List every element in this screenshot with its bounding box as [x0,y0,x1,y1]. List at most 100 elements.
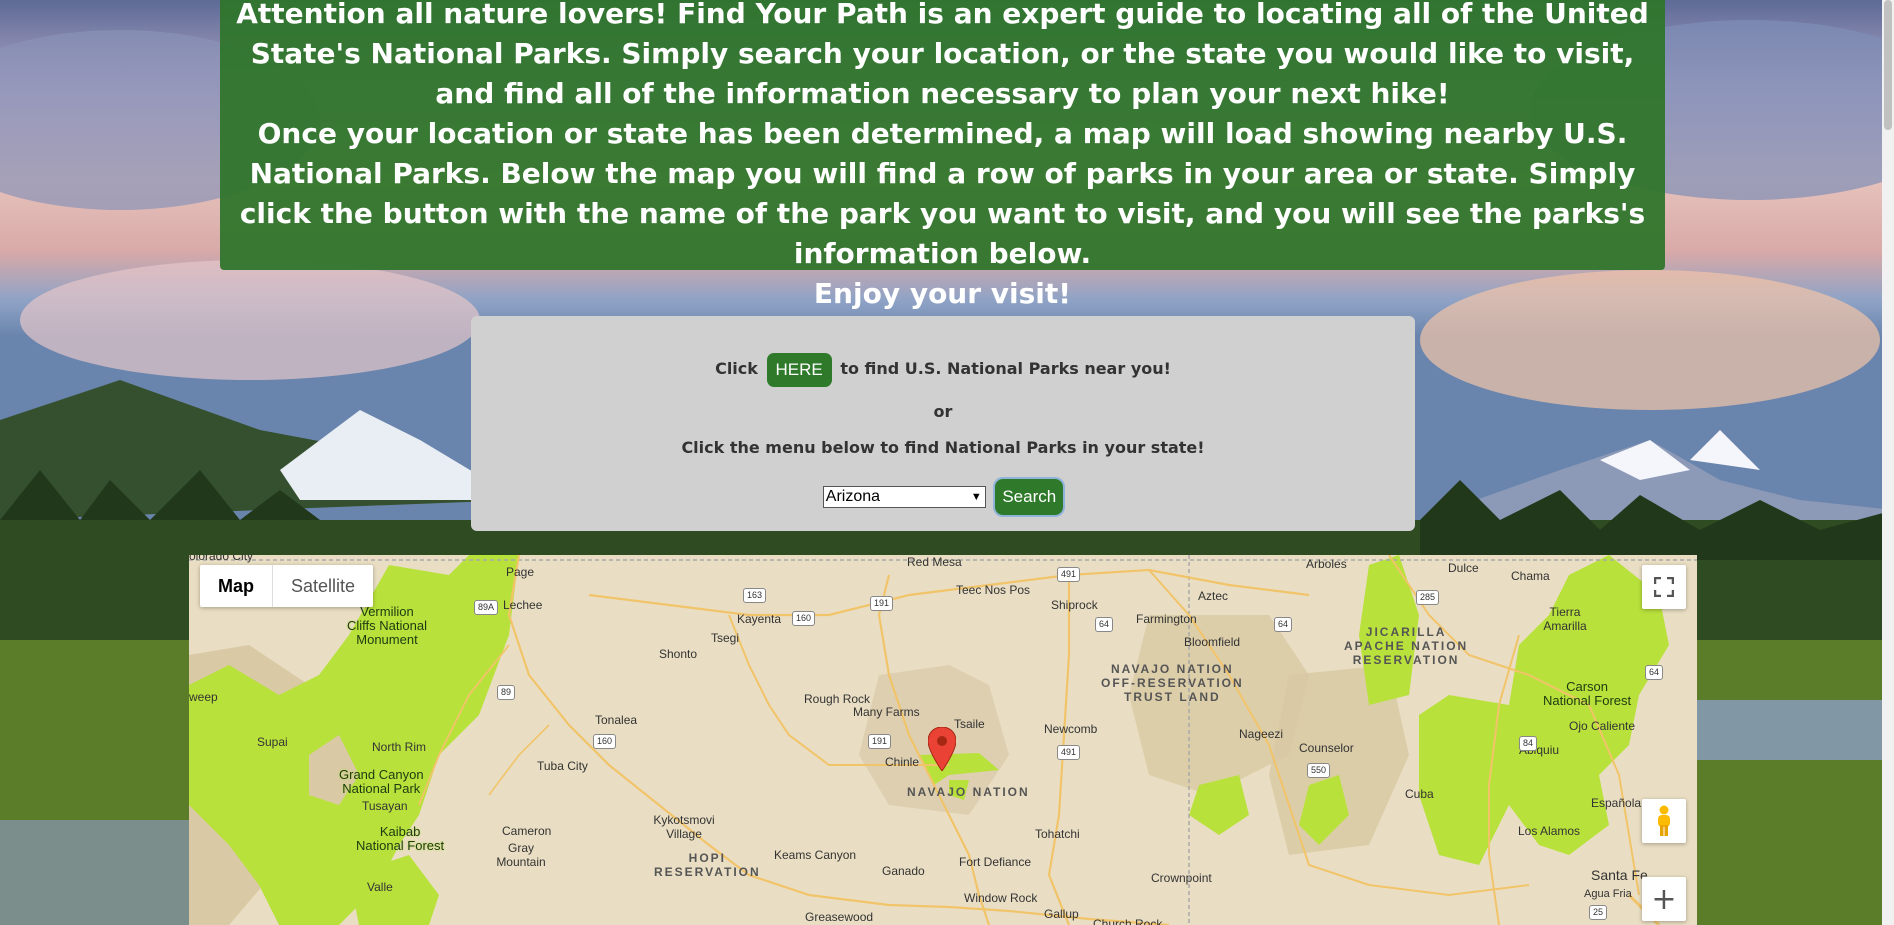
map-label: Rough Rock [804,692,871,706]
map-label: Lechee [503,598,543,612]
map-label: Tsegi [711,631,740,645]
map-label: Keams Canyon [774,848,857,862]
map-label: Church Rock [1093,917,1163,925]
park-label-carson[interactable]: Carson National Forest [1543,680,1631,708]
route-shield: 285 [1416,590,1440,605]
region-label-line: HOPI [688,851,727,865]
map-label: Page [506,565,535,579]
park-label-line: National Forest [1543,693,1632,708]
region-label-line: JICARILLA [1365,625,1447,639]
map-label: weep [189,690,218,704]
map-label: Santa Fe [1591,867,1648,883]
route-shield: 64 [1274,617,1293,632]
scrollbar-thumb[interactable] [1884,0,1892,130]
map-label: Valle [367,880,393,894]
region-label-line: APACHE NATION [1344,639,1469,653]
route-shield: 64 [1645,665,1664,680]
park-label-vermilion-cliffs[interactable]: Vermilion Cliffs National Monument [347,605,427,647]
route-shield: 491 [1057,567,1081,582]
search-panel: Click HERE to find U.S. National Parks n… [471,316,1415,531]
map-label: Dulce [1448,561,1479,575]
map-label: Crownpoint [1151,871,1212,885]
park-label-kaibab[interactable]: Kaibab National Forest [356,825,444,853]
park-label-grand-canyon[interactable]: Grand Canyon National Park [339,768,424,796]
route-shield: 160 [792,611,816,626]
map-label: Red Mesa [907,555,962,569]
park-label-line: National Forest [356,838,445,853]
map-label: Tuba City [537,759,588,773]
map-label: Shiprock [1051,598,1098,612]
park-label-line: Grand Canyon [339,767,424,782]
map-label: Chinle [885,755,920,769]
map-label: Aztec [1198,589,1229,603]
intro-banner: Attention all nature lovers! Find Your P… [220,0,1665,310]
map-label: Tsaile [954,717,985,731]
region-label: NAVAJO NATION [907,785,1030,799]
region-label-line: TRUST LAND [1124,690,1221,704]
map-label: North Rim [372,740,427,754]
pegman-icon[interactable] [1642,799,1686,843]
map-label: Window Rock [964,891,1038,905]
state-select[interactable]: Arizona ▼ [822,486,986,508]
region-label-line: OFF-RESERVATION [1101,676,1244,690]
park-label-line: Carson [1566,679,1609,694]
map-label: Farmington [1136,612,1197,626]
click-suffix-text: to find U.S. National Parks near you! [840,359,1171,378]
region-label: JICARILLA APACHE NATION RESERVATION [1344,625,1468,667]
state-search-row: Arizona ▼ Search [471,479,1415,515]
map-label: Tierra Amarilla [1543,605,1587,633]
region-label: HOPI RESERVATION [654,851,761,879]
map-marker-icon[interactable] [928,727,956,771]
intro-paragraph-1: Attention all nature lovers! Find Your P… [236,0,1649,110]
map-type-map-button[interactable]: Map [200,565,273,607]
map-label: olorado City [189,555,254,563]
or-text: or [933,402,953,421]
route-shield: 191 [868,734,892,749]
map-label: Many Farms [853,705,920,719]
route-shield: 89A [474,600,499,615]
map-label: Cameron [502,824,552,838]
map-label: Newcomb [1044,722,1098,736]
route-shield: 64 [1095,617,1114,632]
region-label-line: RESERVATION [1352,653,1460,667]
map-label: Tohatchi [1035,827,1080,841]
park-label-line: Monument [356,632,418,647]
zoom-in-button[interactable]: + [1642,877,1686,921]
map-container[interactable]: olorado City Page Red Mesa Arboles Dulce… [189,555,1697,925]
route-shield: 550 [1307,763,1331,778]
intro-paragraph-3: Enjoy your visit! [813,277,1072,310]
route-shield: 160 [593,734,617,749]
route-shield: 89 [497,685,516,700]
state-select-value: Arizona [825,488,881,505]
park-label-line: Kaibab [379,824,421,839]
here-button[interactable]: HERE [766,352,832,387]
map-type-satellite-button[interactable]: Satellite [273,565,373,607]
state-menu-instructions: Click the menu below to find National Pa… [681,438,1205,457]
fullscreen-icon[interactable] [1642,565,1686,609]
park-label-line: Vermilion [360,604,414,619]
map-label: Ojo Caliente [1569,719,1636,733]
route-shield: 84 [1519,736,1538,751]
map-label: Tonalea [595,713,638,727]
map-type-control: Map Satellite [200,565,374,607]
scrollbar[interactable] [1882,0,1894,925]
search-button[interactable]: Search [995,479,1064,515]
route-shield: 25 [1589,905,1608,920]
intro-paragraph-2: Once your location or state has been det… [239,117,1646,270]
map-label: Chama [1511,569,1550,583]
route-shield: 163 [743,588,767,603]
map-label: Arboles [1306,557,1347,571]
map-label: Nageezi [1239,727,1284,741]
map-label: Teec Nos Pos [956,583,1031,597]
map-label: Gray Mountain [496,841,546,869]
map-label: Supai [257,735,288,749]
map-label: Ganado [882,864,925,878]
map-label: Shonto [659,647,698,661]
region-label-line: NAVAJO NATION [1111,662,1234,676]
region-label-line: RESERVATION [654,865,761,879]
map-label: Tusayan [362,799,408,813]
map-label: Fort Defiance [959,855,1032,869]
map-label: Agua Fria [1584,888,1632,900]
park-label-line: Cliffs National [347,618,427,633]
map-label: Bloomfield [1184,635,1241,649]
